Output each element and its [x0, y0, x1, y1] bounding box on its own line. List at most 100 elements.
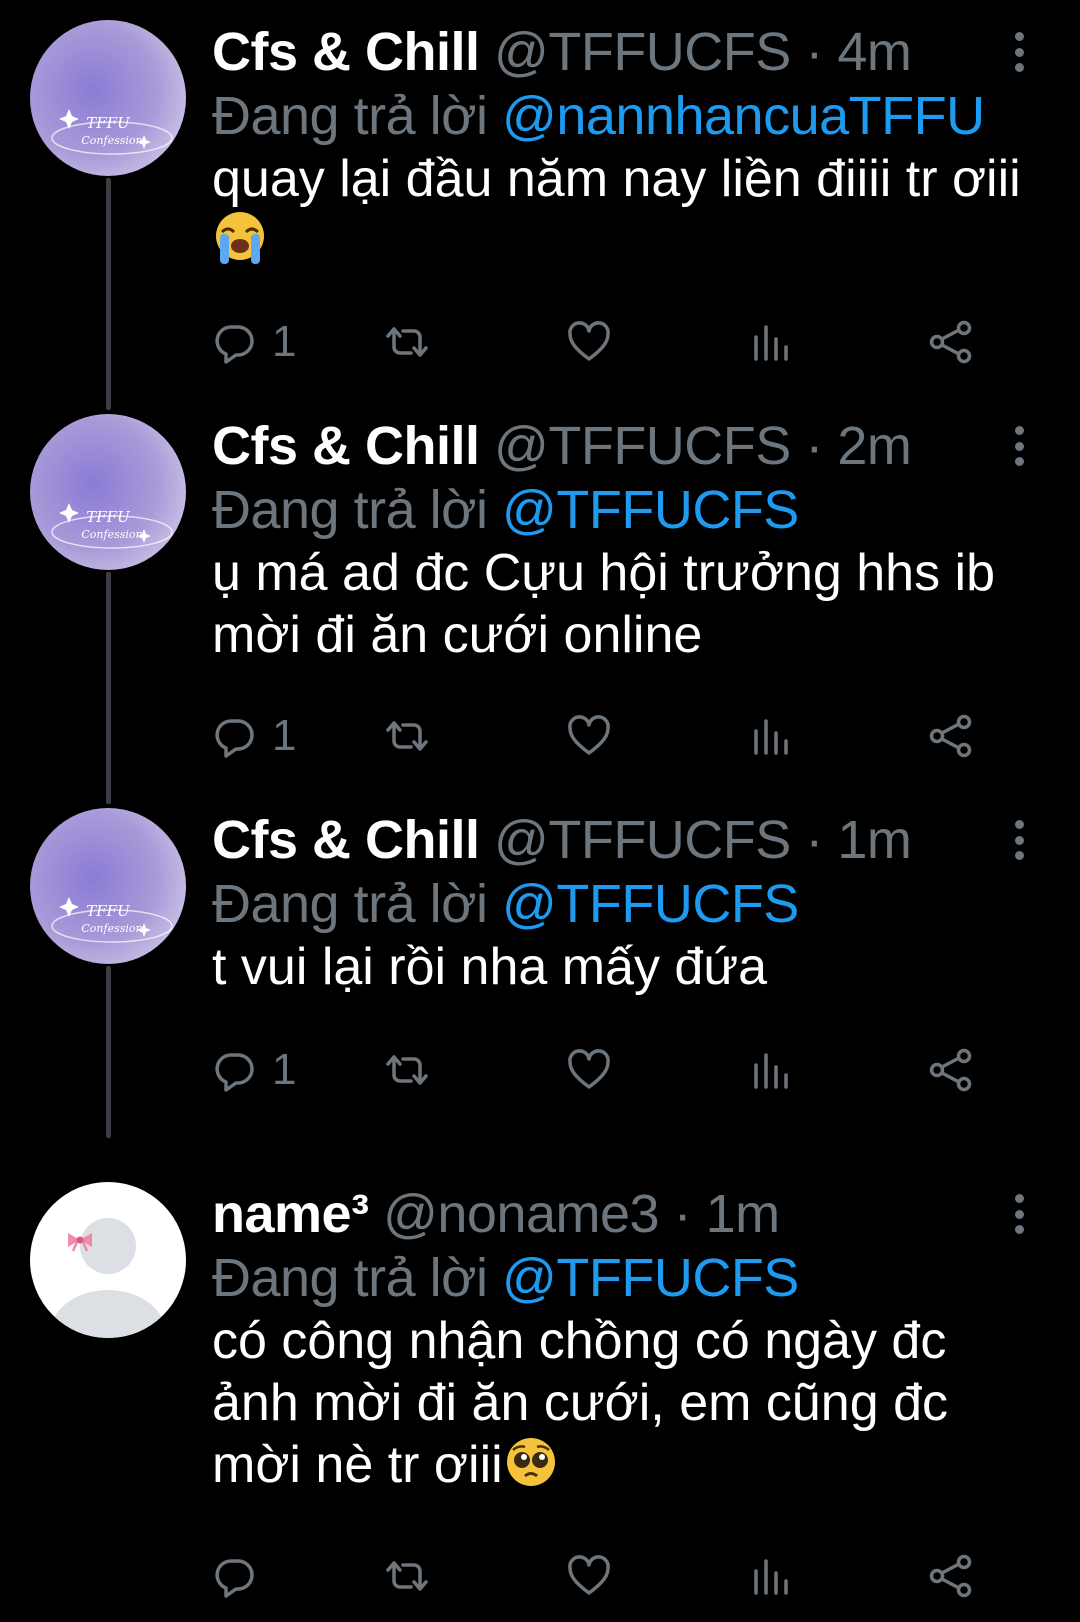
reply-to-link[interactable]: @nannhancuaTFFU — [502, 86, 985, 146]
tffu-confession-avatar: TFFU Confession — [30, 808, 186, 964]
heart-icon — [568, 1555, 610, 1595]
avatar[interactable]: TFFU Confession — [30, 808, 186, 964]
more-vertical-icon[interactable] — [1010, 820, 1028, 860]
tweet-text-content: quay lại đầu năm nay liền điiii tr ơiii — [212, 150, 1021, 208]
tweet-content: name³ @noname3 · 1m Đang trả lời @TFFUCF… — [212, 1182, 1080, 1496]
avatar-text: Confession — [81, 922, 142, 935]
tweet-actions: 1 — [212, 706, 1012, 766]
tweet-content: Cfs & Chill @TFFUCFS · 1m Đang trả lời @… — [212, 808, 1080, 998]
tweet-header: Cfs & Chill @TFFUCFS · 4m — [212, 20, 1080, 84]
tweet-text: t vui lại rồi nha mấy đứa — [212, 938, 768, 996]
handle[interactable]: @TFFUCFS — [494, 22, 791, 82]
analytics-icon — [754, 719, 788, 755]
display-name[interactable]: name³ — [212, 1184, 369, 1244]
avatar-text: TFFU — [86, 508, 131, 526]
like-button[interactable] — [566, 1546, 612, 1606]
tweet-text: có công nhận chồng có ngày đc ảnh mời đi… — [212, 1310, 1032, 1496]
replying-to: Đang trả lời @TFFUCFS — [212, 872, 1080, 936]
pleading-face-icon — [506, 1438, 555, 1486]
reply-count: 1 — [272, 317, 297, 366]
replying-to: Đang trả lời @TFFUCFS — [212, 1246, 1080, 1310]
loudly-crying-face-icon — [216, 212, 264, 264]
tweet-header: Cfs & Chill @TFFUCFS · 1m — [212, 808, 1080, 872]
retweet-button[interactable] — [384, 312, 430, 372]
reply-to-link[interactable]: @TFFUCFS — [502, 1248, 799, 1308]
like-button[interactable] — [566, 706, 612, 766]
share-icon — [929, 714, 972, 758]
reply-button[interactable] — [212, 1546, 258, 1606]
reply-button[interactable]: 1 — [212, 706, 296, 766]
share-button[interactable] — [928, 1040, 974, 1100]
retweet-icon — [386, 1561, 428, 1591]
tffu-confession-avatar: TFFU Confession — [30, 414, 186, 570]
share-icon — [929, 1554, 972, 1598]
tweet-text: quay lại đầu năm nay liền điiii tr ơiii — [212, 148, 1032, 272]
analytics-icon — [754, 1559, 788, 1595]
tweet-content: Cfs & Chill @TFFUCFS · 4m Đang trả lời @… — [212, 20, 1080, 272]
more-vertical-icon[interactable] — [1010, 426, 1028, 466]
retweet-button[interactable] — [384, 1040, 430, 1100]
replying-label: Đang trả lời — [212, 480, 488, 540]
replying-label: Đang trả lời — [212, 1248, 488, 1308]
timestamp[interactable]: 2m — [837, 416, 912, 476]
analytics-button[interactable] — [748, 1546, 794, 1606]
share-button[interactable] — [928, 706, 974, 766]
share-button[interactable] — [928, 1546, 974, 1606]
like-button[interactable] — [566, 1040, 612, 1100]
reply-button[interactable]: 1 — [212, 312, 296, 372]
retweet-button[interactable] — [384, 706, 430, 766]
reply-icon — [215, 325, 254, 364]
timestamp[interactable]: 1m — [837, 810, 912, 870]
share-button[interactable] — [928, 312, 974, 372]
reply-count: 1 — [272, 711, 297, 760]
avatar-text: TFFU — [86, 114, 131, 132]
heart-icon — [568, 321, 610, 361]
heart-icon — [568, 715, 610, 755]
tweet[interactable]: name³ @noname3 · 1m Đang trả lời @TFFUCF… — [0, 1182, 1080, 1582]
retweet-icon — [386, 1055, 428, 1085]
timestamp[interactable]: 1m — [706, 1184, 781, 1244]
reply-to-link[interactable]: @TFFUCFS — [502, 480, 799, 540]
tffu-confession-avatar: TFFU Confession — [30, 20, 186, 176]
separator: · — [805, 416, 823, 476]
share-icon — [929, 320, 972, 364]
tweet-text-content: có công nhận chồng có ngày đc ảnh mời đi… — [212, 1312, 948, 1494]
retweet-icon — [386, 327, 428, 357]
tweet-content: Cfs & Chill @TFFUCFS · 2m Đang trả lời @… — [212, 414, 1080, 666]
display-name[interactable]: Cfs & Chill — [212, 416, 480, 476]
reply-icon — [215, 1053, 254, 1092]
handle[interactable]: @noname3 — [383, 1184, 660, 1244]
replying-to: Đang trả lời @nannhancuaTFFU — [212, 84, 1080, 148]
analytics-button[interactable] — [748, 312, 794, 372]
avatar[interactable]: TFFU Confession — [30, 414, 186, 570]
display-name[interactable]: Cfs & Chill — [212, 22, 480, 82]
replying-label: Đang trả lời — [212, 874, 488, 934]
tweet-actions — [212, 1546, 1012, 1606]
handle[interactable]: @TFFUCFS — [494, 416, 791, 476]
replying-label: Đang trả lời — [212, 86, 488, 146]
analytics-icon — [754, 325, 788, 361]
handle[interactable]: @TFFUCFS — [494, 810, 791, 870]
analytics-button[interactable] — [748, 1040, 794, 1100]
display-name[interactable]: Cfs & Chill — [212, 810, 480, 870]
tweet-text: ụ má ad đc Cựu hội trưởng hhs ib mời đi … — [212, 544, 995, 664]
more-vertical-icon[interactable] — [1010, 1194, 1028, 1234]
separator: · — [805, 22, 823, 82]
reply-to-link[interactable]: @TFFUCFS — [502, 874, 799, 934]
avatar-text: Confession — [81, 134, 142, 147]
reply-button[interactable]: 1 — [212, 1040, 296, 1100]
tweet-actions: 1 — [212, 312, 1012, 372]
share-icon — [929, 1048, 972, 1092]
tweet-header: name³ @noname3 · 1m — [212, 1182, 1080, 1246]
retweet-icon — [386, 721, 428, 751]
timestamp[interactable]: 4m — [837, 22, 912, 82]
reply-icon — [215, 719, 254, 758]
analytics-button[interactable] — [748, 706, 794, 766]
more-vertical-icon[interactable] — [1010, 32, 1028, 72]
separator: · — [805, 810, 823, 870]
avatar[interactable]: TFFU Confession — [30, 20, 186, 176]
replying-to: Đang trả lời @TFFUCFS — [212, 478, 1080, 542]
like-button[interactable] — [566, 312, 612, 372]
retweet-button[interactable] — [384, 1546, 430, 1606]
avatar[interactable] — [30, 1182, 186, 1338]
